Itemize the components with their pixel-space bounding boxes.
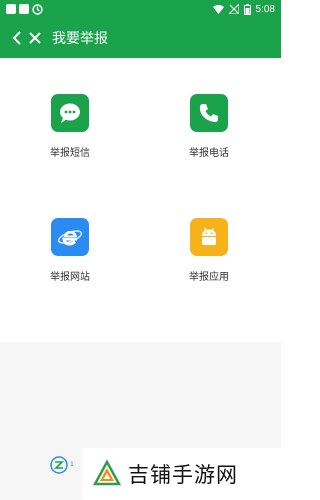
battery-icon — [243, 3, 251, 15]
report-options-grid: 举报短信 举报电话 举报网站 举报应用 — [0, 58, 281, 342]
back-button[interactable] — [8, 29, 26, 47]
clock: 5:08 — [255, 3, 275, 15]
status-bar: 5:08 — [0, 0, 281, 18]
close-button[interactable] — [26, 29, 44, 47]
report-sms-label: 举报短信 — [50, 148, 90, 159]
report-website-label: 举报网站 — [50, 272, 90, 283]
report-phone-tile[interactable]: 举报电话 — [164, 94, 254, 159]
sync-icon — [32, 3, 43, 15]
notification-icon — [6, 4, 16, 14]
report-website-tile[interactable]: 举报网站 — [25, 218, 115, 283]
report-app-tile[interactable]: 举报应用 — [164, 218, 254, 283]
close-icon — [29, 32, 41, 44]
image-icon — [19, 4, 29, 14]
no-signal-icon — [228, 4, 239, 14]
phone-icon — [190, 94, 228, 132]
watermark: 吉铺手游网 — [82, 448, 281, 500]
wifi-icon — [212, 4, 224, 14]
report-app-label: 举报应用 — [189, 272, 229, 283]
footer-logo-text: 1 — [70, 461, 74, 468]
report-phone-label: 举报电话 — [189, 148, 229, 159]
watermark-logo-icon — [92, 459, 122, 487]
report-sms-tile[interactable]: 举报短信 — [25, 94, 115, 159]
chevron-left-icon — [12, 31, 21, 45]
title-bar: 我要举报 — [0, 18, 281, 58]
android-icon — [190, 218, 228, 256]
watermark-text: 吉铺手游网 — [128, 463, 238, 487]
message-icon — [51, 94, 89, 132]
page-title: 我要举报 — [52, 31, 108, 47]
footer-logo: 1 — [50, 456, 74, 474]
app-logo-icon — [50, 456, 68, 474]
browser-icon — [51, 218, 89, 256]
